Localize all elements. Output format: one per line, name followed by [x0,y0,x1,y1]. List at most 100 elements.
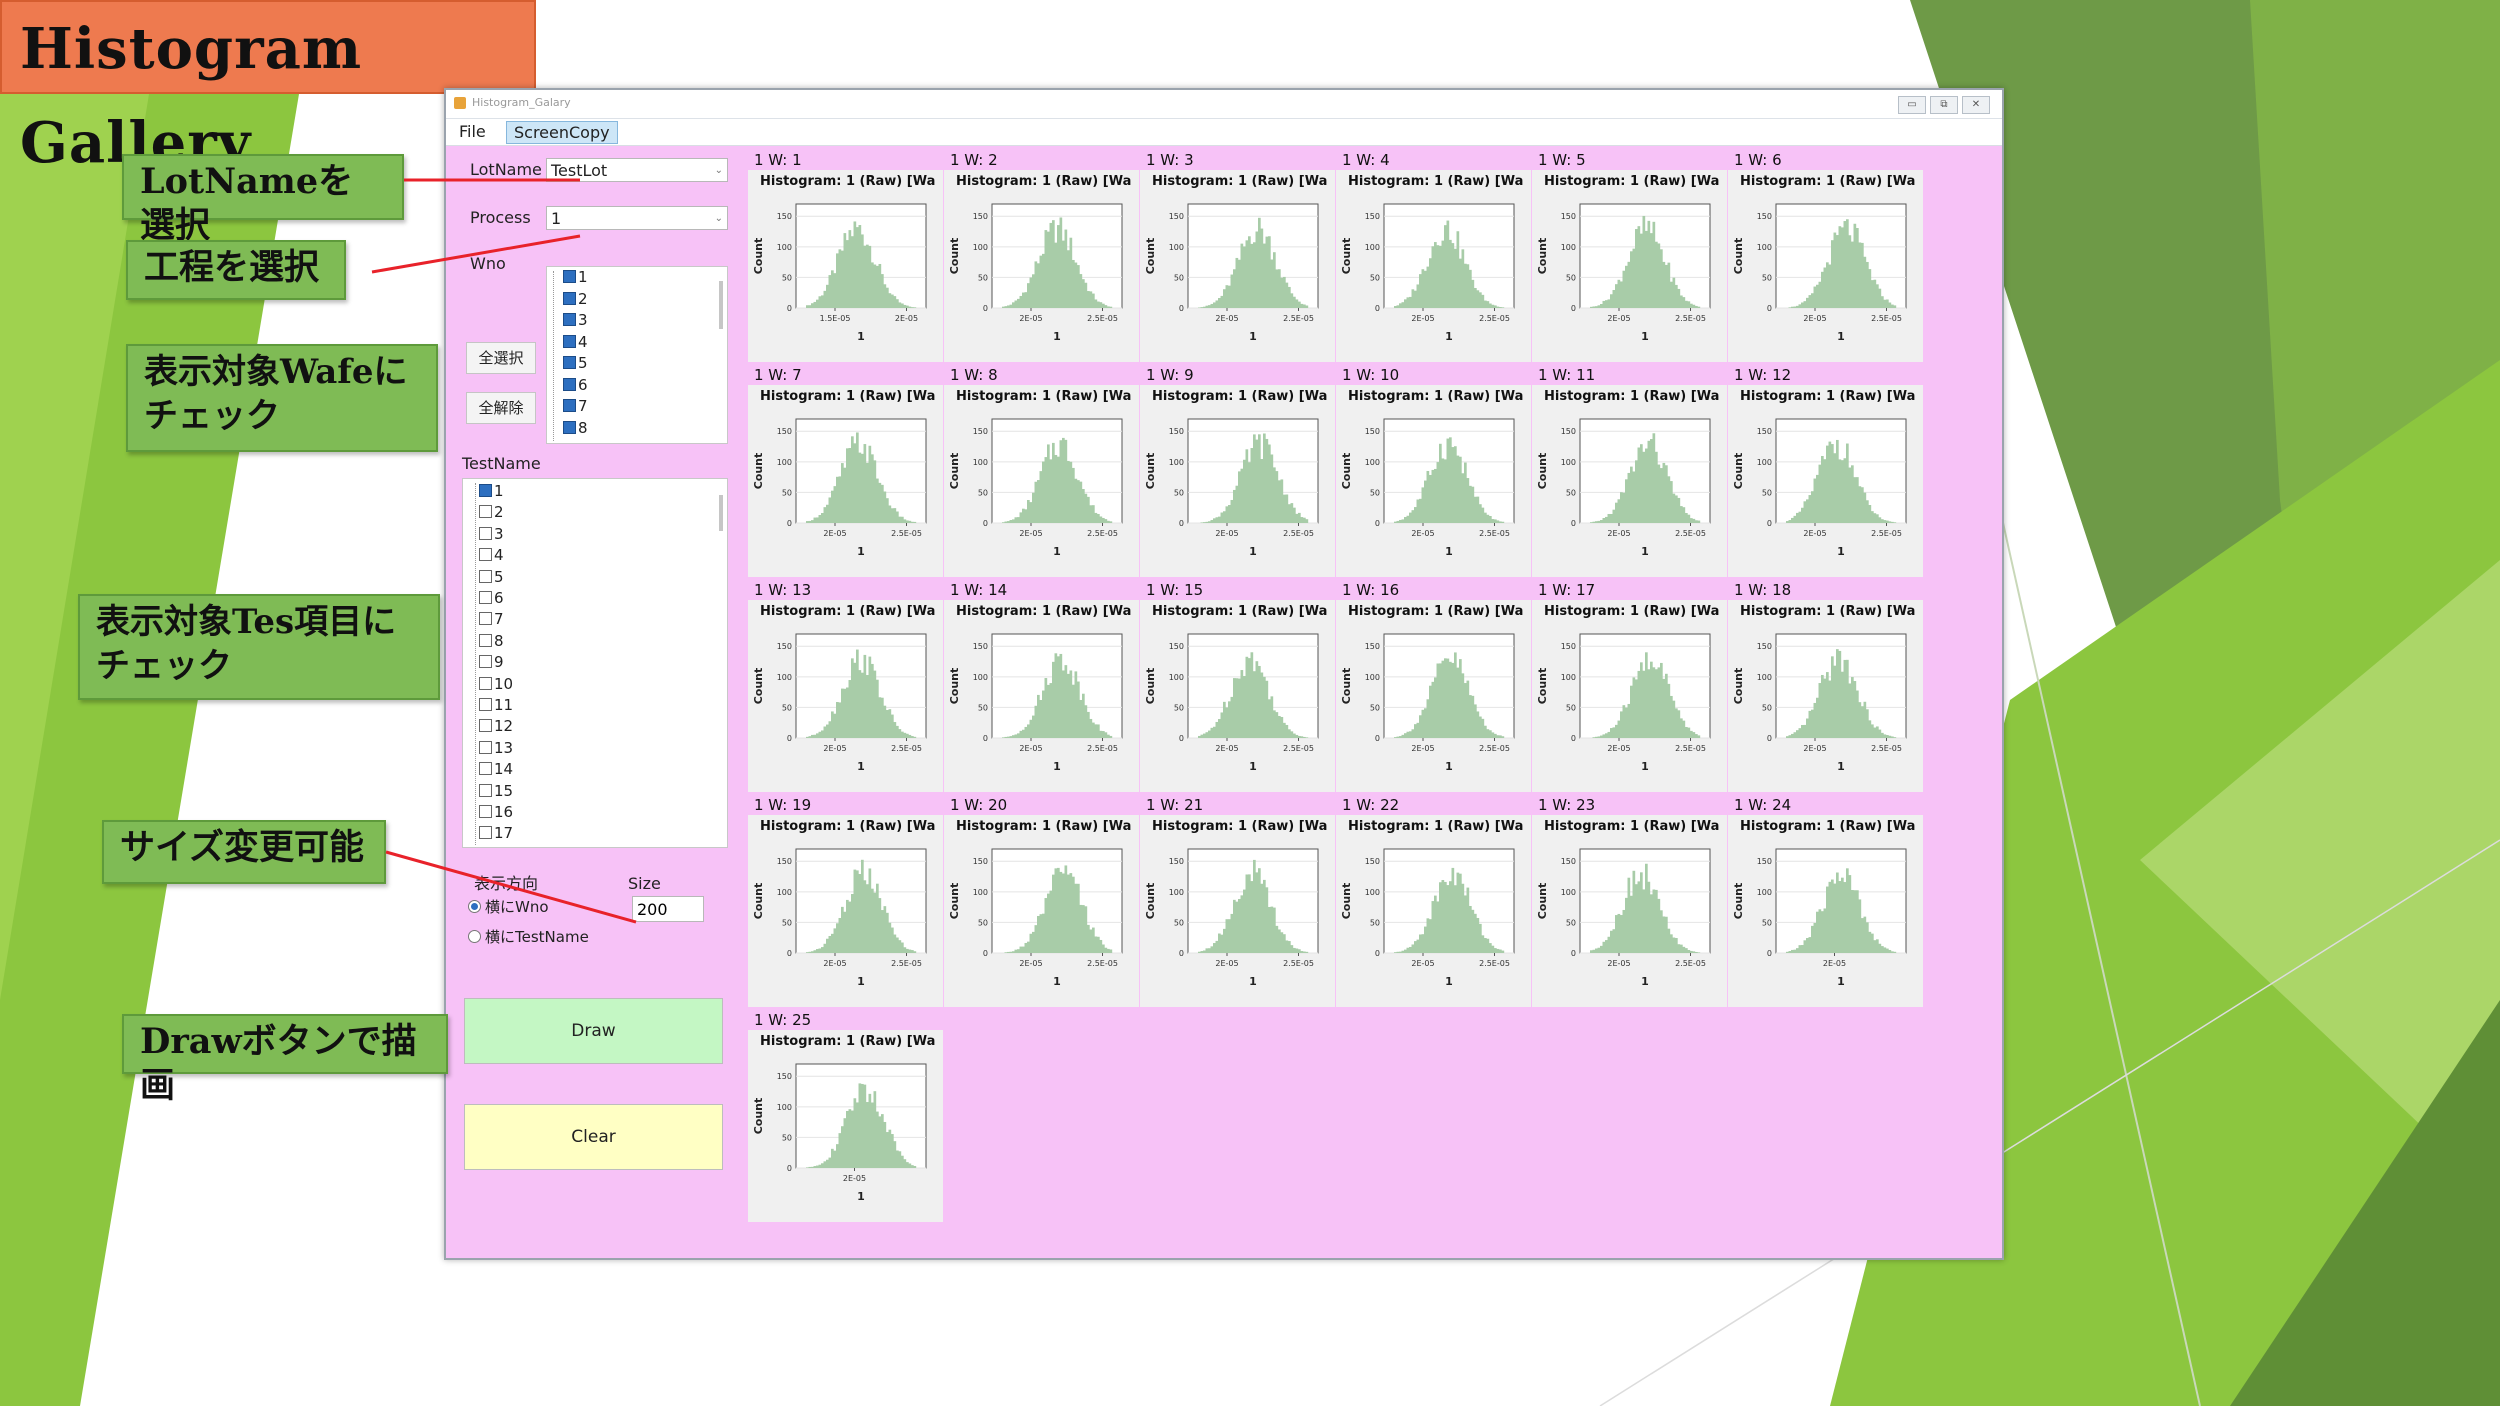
testname-item[interactable]: 2 [479,502,504,523]
histogram-cell[interactable]: 1 W: 10 Histogram: 1 (Raw) [Wa 0 50 100 150 2E… [1336,363,1531,578]
checkbox[interactable] [563,377,576,391]
testname-item[interactable]: 6 [479,588,504,609]
checkbox[interactable] [563,270,576,283]
wno-item[interactable]: 2 [563,289,588,310]
lotname-combo[interactable]: TestLot ⌄ [546,158,728,182]
clear-button[interactable]: Clear [464,1104,723,1170]
histogram-cell[interactable]: 1 W: 17 Histogram: 1 (Raw) [Wa 0 50 100 150 2E… [1532,578,1727,793]
y-tick-label: 50 [1762,273,1772,282]
histogram-cell[interactable]: 1 W: 11 Histogram: 1 (Raw) [Wa 0 50 100 150 2E… [1532,363,1727,578]
histogram-cell[interactable]: 1 W: 13 Histogram: 1 (Raw) [Wa 0 50 100 150 2E… [748,578,943,793]
histogram-cell[interactable]: 1 W: 5 Histogram: 1 (Raw) [Wa 0 50 100 150 2E-… [1532,148,1727,363]
testname-listbox[interactable]: 1 2 3 4 5 6 7 8 9 10 11 12 13 14 15 16 17 [462,478,728,848]
checkbox[interactable] [479,591,492,604]
histogram-cell[interactable]: 1 W: 23 Histogram: 1 (Raw) [Wa 0 50 100 150 2E… [1532,793,1727,1008]
wno-item[interactable]: 5 [563,353,588,374]
testname-item[interactable]: 4 [479,545,504,566]
testname-item[interactable]: 16 [479,802,513,823]
histogram-cell[interactable]: 1 W: 1 Histogram: 1 (Raw) [Wa 0 50 100 150 1.5… [748,148,943,363]
menu-file[interactable]: File [452,121,493,142]
testname-item[interactable]: 7 [479,609,504,630]
histogram-cell[interactable]: 1 W: 21 Histogram: 1 (Raw) [Wa 0 50 100 150 2E… [1140,793,1335,1008]
wno-item[interactable]: 6 [563,375,588,396]
testname-item[interactable]: 9 [479,652,504,673]
histogram-cell[interactable]: 1 W: 15 Histogram: 1 (Raw) [Wa 0 50 100 150 2E… [1140,578,1335,793]
testname-item[interactable]: 10 [479,674,513,695]
minimize-button[interactable]: ▭ [1898,96,1926,114]
radio-horizontal-testname[interactable]: 横にTestName [468,926,589,947]
radio-horizontal-wno[interactable]: 横にWno [468,896,549,917]
histogram-cell[interactable]: 1 W: 4 Histogram: 1 (Raw) [Wa 0 50 100 150 2E-… [1336,148,1531,363]
testname-item[interactable]: 12 [479,716,513,737]
testname-item[interactable]: 14 [479,759,513,780]
menu-screencopy[interactable]: ScreenCopy [506,121,618,144]
deselect-all-button[interactable]: 全解除 [466,392,536,424]
testname-item[interactable]: 11 [479,695,513,716]
histogram-cell[interactable]: 1 W: 19 Histogram: 1 (Raw) [Wa 0 50 100 150 2E… [748,793,943,1008]
checkbox[interactable] [479,826,492,840]
wno-item[interactable]: 4 [563,332,588,353]
histogram-cell[interactable]: 1 W: 7 Histogram: 1 (Raw) [Wa 0 50 100 150 2E-… [748,363,943,578]
maximize-button[interactable]: ⧉ [1930,96,1958,114]
testname-item[interactable]: 1 [479,481,504,502]
histogram-bar [1419,498,1422,523]
size-input[interactable]: 200 [632,896,704,922]
testname-item[interactable]: 3 [479,524,504,545]
wno-item[interactable]: 3 [563,310,588,331]
checkbox[interactable] [479,505,492,519]
checkbox[interactable] [563,334,576,348]
histogram-cell[interactable]: 1 W: 22 Histogram: 1 (Raw) [Wa 0 50 100 150 2E… [1336,793,1531,1008]
testname-item[interactable]: 5 [479,567,504,588]
histogram-cell[interactable]: 1 W: 25 Histogram: 1 (Raw) [Wa 0 50 100 150 2E… [748,1008,943,1223]
histogram-cell[interactable]: 1 W: 18 Histogram: 1 (Raw) [Wa 0 50 100 150 2E… [1728,578,1923,793]
checkbox[interactable] [563,291,576,305]
wno-item[interactable]: 7 [563,396,588,417]
checkbox[interactable] [479,655,492,669]
histogram-bar [1841,671,1844,738]
testname-scrollbar[interactable] [719,495,723,531]
checkbox[interactable] [563,356,576,369]
histogram-bar [821,947,824,953]
checkbox[interactable] [479,740,492,754]
histogram-cell[interactable]: 1 W: 9 Histogram: 1 (Raw) [Wa 0 50 100 150 2E-… [1140,363,1335,578]
checkbox[interactable] [479,484,492,497]
checkbox[interactable] [479,805,492,818]
testname-item[interactable]: 13 [479,738,513,759]
checkbox[interactable] [563,399,576,412]
testname-item[interactable]: 15 [479,781,513,802]
histogram-bar [1431,681,1435,738]
histogram-cell[interactable]: 1 W: 12 Histogram: 1 (Raw) [Wa 0 50 100 150 2E… [1728,363,1923,578]
checkbox[interactable] [479,633,492,647]
checkbox[interactable] [479,698,492,711]
draw-button[interactable]: Draw [464,998,723,1064]
histogram-cell[interactable]: 1 W: 6 Histogram: 1 (Raw) [Wa 0 50 100 150 2E-… [1728,148,1923,363]
checkbox[interactable] [479,526,492,540]
histogram-bar [1089,505,1093,523]
wno-scrollbar[interactable] [719,281,723,329]
wno-item[interactable]: 1 [563,267,588,288]
checkbox[interactable] [479,612,492,626]
histogram-cell[interactable]: 1 W: 24 Histogram: 1 (Raw) [Wa 0 50 100 150 2E… [1728,793,1923,1008]
histogram-cell[interactable]: 1 W: 3 Histogram: 1 (Raw) [Wa 0 50 100 150 2E-… [1140,148,1335,363]
process-combo[interactable]: 1 ⌄ [546,206,728,230]
histogram-cell[interactable]: 1 W: 14 Histogram: 1 (Raw) [Wa 0 50 100 150 2E… [944,578,1139,793]
checkbox[interactable] [563,420,576,434]
histogram-bar [1109,521,1113,523]
histogram-cell[interactable]: 1 W: 20 Histogram: 1 (Raw) [Wa 0 50 100 150 2E… [944,793,1139,1008]
testname-item[interactable]: 8 [479,631,504,652]
checkbox[interactable] [563,313,576,326]
checkbox[interactable] [479,676,492,690]
close-button[interactable]: ✕ [1962,96,1990,114]
checkbox[interactable] [479,548,492,562]
checkbox[interactable] [479,569,492,583]
testname-item[interactable]: 17 [479,823,513,844]
histogram-cell[interactable]: 1 W: 16 Histogram: 1 (Raw) [Wa 0 50 100 150 2E… [1336,578,1531,793]
checkbox[interactable] [479,719,492,733]
checkbox[interactable] [479,783,492,797]
histogram-cell[interactable]: 1 W: 2 Histogram: 1 (Raw) [Wa 0 50 100 150 2E-… [944,148,1139,363]
wno-listbox[interactable]: 12345678 [546,266,728,444]
histogram-cell[interactable]: 1 W: 8 Histogram: 1 (Raw) [Wa 0 50 100 150 2E-… [944,363,1139,578]
checkbox[interactable] [479,762,492,776]
wno-item[interactable]: 8 [563,418,588,439]
select-all-button[interactable]: 全選択 [466,342,536,374]
